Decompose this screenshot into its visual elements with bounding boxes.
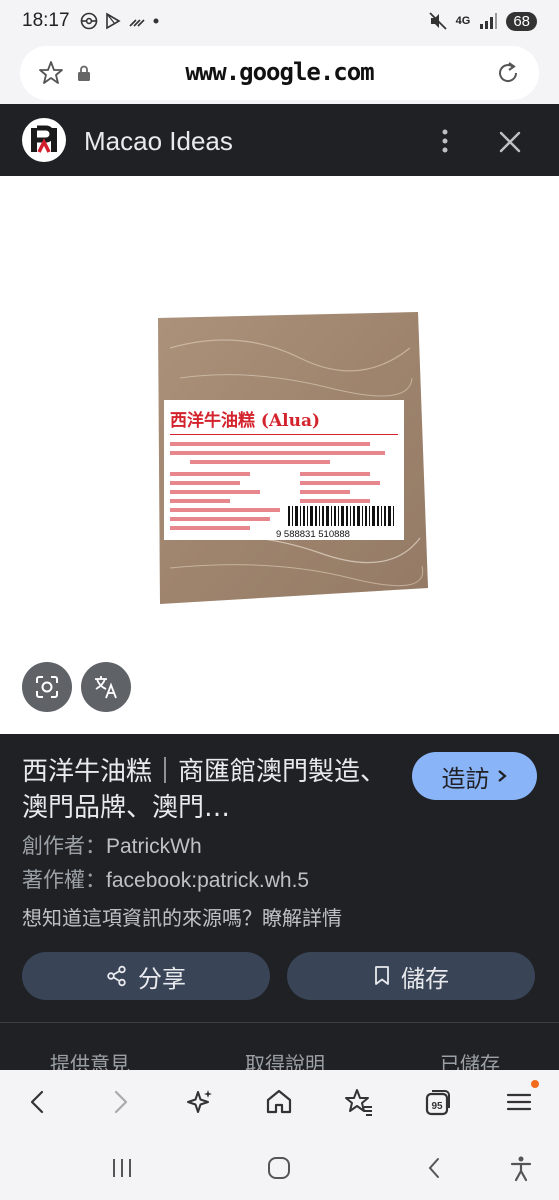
pokeball-icon xyxy=(80,12,98,30)
result-title[interactable]: 西洋牛油糕｜商匯館澳門製造、澳門品牌、澳門… xyxy=(22,754,392,826)
panel-header: Macao Ideas xyxy=(0,104,559,176)
status-notification-icons xyxy=(80,12,160,30)
url-text[interactable]: www.google.com xyxy=(20,58,539,86)
translate-button[interactable] xyxy=(81,662,131,712)
play-store-icon xyxy=(106,12,121,30)
barcode xyxy=(288,506,394,526)
save-button[interactable]: 儲存 xyxy=(287,952,535,1000)
network-type: 4G xyxy=(455,15,471,27)
copyright-line: 著作權：facebook:patrick.wh.5 xyxy=(22,864,309,894)
creator-label: 創作者： xyxy=(22,835,106,858)
home-circle-icon[interactable] xyxy=(265,1154,293,1182)
divider xyxy=(0,1022,559,1023)
copyright-value: facebook:patrick.wh.5 xyxy=(106,869,310,892)
browser-toolbar: 95 xyxy=(0,1070,559,1134)
reload-icon[interactable] xyxy=(495,60,521,86)
close-icon[interactable] xyxy=(496,128,524,156)
share-button[interactable]: 分享 xyxy=(22,952,270,1000)
svg-text:95: 95 xyxy=(432,1101,444,1112)
system-navigation-bar xyxy=(0,1134,559,1200)
bookmark-icon xyxy=(375,966,389,985)
share-icon xyxy=(107,965,126,987)
product-image: 西洋牛油糕 (Alua) 9 588831 510888 xyxy=(158,312,428,604)
menu-icon xyxy=(506,1093,532,1111)
status-time: 18:17 xyxy=(22,10,70,31)
barcode-number: 9 588831 510888 xyxy=(276,529,350,540)
mute-icon xyxy=(428,12,447,30)
signal-icon xyxy=(480,13,498,29)
more-options-icon[interactable] xyxy=(432,126,458,156)
chevron-right-icon xyxy=(497,770,507,782)
menu-button[interactable] xyxy=(503,1080,539,1118)
macao-ideas-logo-icon xyxy=(31,125,57,153)
tabs-icon[interactable]: 95 xyxy=(422,1086,454,1118)
lens-button[interactable] xyxy=(22,662,72,712)
camera-lens-icon xyxy=(36,676,58,698)
sparkle-icon[interactable] xyxy=(184,1086,216,1118)
dot-icon xyxy=(153,18,159,24)
info-panel: 西洋牛油糕｜商匯館澳門製造、澳門品牌、澳門… 造訪 創作者：PatrickWh … xyxy=(0,734,559,1076)
recents-icon[interactable] xyxy=(108,1154,136,1182)
url-box[interactable]: www.google.com xyxy=(20,46,539,100)
site-title: Macao Ideas xyxy=(84,126,233,156)
creator-line: 創作者：PatrickWh xyxy=(22,830,202,860)
image-preview[interactable]: 西洋牛油糕 (Alua) 9 588831 510888 xyxy=(0,176,559,734)
home-icon[interactable] xyxy=(263,1086,295,1118)
status-bar: 18:17 4G 68 xyxy=(0,0,559,44)
site-logo xyxy=(22,118,66,162)
creator-value: PatrickWh xyxy=(106,835,202,858)
system-back-icon[interactable] xyxy=(421,1154,449,1182)
back-icon[interactable] xyxy=(22,1086,54,1118)
save-label: 儲存 xyxy=(401,964,449,993)
battery-indicator: 68 xyxy=(506,11,537,31)
browser-address-bar: www.google.com xyxy=(0,44,559,104)
translate-icon xyxy=(95,676,117,699)
source-info-link[interactable]: 想知道這項資訊的來源嗎？瞭解詳情 xyxy=(22,902,342,931)
accessibility-icon[interactable] xyxy=(507,1154,535,1182)
bookmarks-star-icon[interactable] xyxy=(343,1086,375,1118)
signal-hatched-icon xyxy=(129,19,145,27)
copyright-label: 著作權： xyxy=(22,869,106,892)
product-label-title: 西洋牛油糕 (Alua) xyxy=(170,410,320,431)
visit-button[interactable]: 造訪 xyxy=(412,752,537,800)
visit-label: 造訪 xyxy=(441,764,490,793)
share-label: 分享 xyxy=(138,964,186,993)
notification-dot xyxy=(531,1080,539,1088)
status-system-icons: 4G 68 xyxy=(428,11,537,31)
forward-icon[interactable] xyxy=(104,1086,136,1118)
